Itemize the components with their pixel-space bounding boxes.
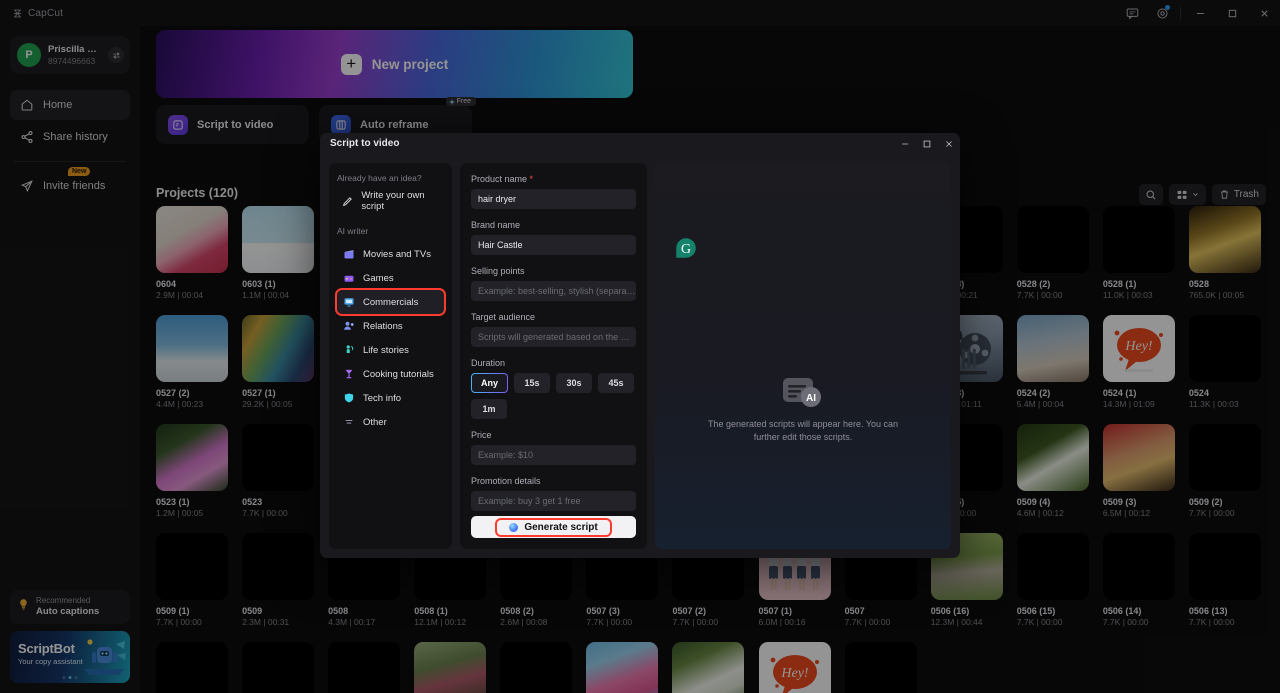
dialog-close-button[interactable] (938, 133, 960, 154)
preview-placeholder-text: The generated scripts will appear here. … (707, 419, 899, 443)
category-other[interactable]: Other (337, 410, 444, 434)
write-own-script-item[interactable]: Write your own script (337, 189, 444, 213)
product-name-label-text: Product name (471, 174, 528, 184)
grammarly-icon[interactable]: G (673, 235, 699, 261)
promotion-details-label: Promotion details (471, 476, 541, 486)
dialog-minimize-button[interactable] (894, 133, 916, 154)
dialog-window-controls (894, 133, 960, 154)
category-label: Tech info (363, 392, 402, 404)
dialog-titlebar: Script to video (320, 133, 960, 154)
target-audience-input[interactable]: Scripts will generated based on the … (471, 327, 636, 347)
capcut-window: CapCut P Priscilla Pa 8974496663 Home Sh… (0, 0, 1280, 693)
generate-script-button[interactable]: Generate script (495, 517, 612, 537)
clapper-icon (342, 248, 355, 261)
category-label: Other (363, 416, 387, 428)
selling-points-label: Selling points (471, 266, 525, 276)
ai-sparkle-icon (509, 522, 519, 532)
category-tech-info[interactable]: Tech info (337, 386, 444, 410)
tech-icon (342, 392, 355, 405)
preview-placeholder: AI The generated scripts will appear her… (655, 376, 951, 444)
category-relations[interactable]: Relations (337, 314, 444, 338)
other-icon (342, 416, 355, 429)
game-icon (342, 272, 355, 285)
brand-name-input[interactable]: Hair Castle (471, 235, 636, 255)
category-label: Relations (363, 320, 403, 332)
duration-options: Any 15s 30s 45s 1m (471, 373, 636, 419)
cooking-icon (342, 368, 355, 381)
product-name-input[interactable]: hair dryer (471, 189, 636, 209)
category-life-stories[interactable]: Life stories (337, 338, 444, 362)
target-audience-label: Target audience (471, 312, 536, 322)
category-cooking-tutorials[interactable]: Cooking tutorials (337, 362, 444, 386)
dialog-body: Already have an idea? Write your own scr… (320, 154, 960, 558)
product-name-label: Product name * (471, 174, 636, 184)
pencil-icon (342, 195, 353, 208)
life-icon (342, 344, 355, 357)
dialog-preview-panel: G AI The generated scripts will appear h… (655, 163, 951, 549)
category-label: Life stories (363, 344, 409, 356)
promotion-details-input[interactable]: Example: buy 3 get 1 free (471, 491, 636, 511)
duration-label: Duration (471, 358, 506, 368)
price-input[interactable]: Example: $10 (471, 445, 636, 465)
duration-option-1m[interactable]: 1m (471, 399, 507, 419)
category-label: Movies and TVs (363, 248, 431, 260)
idea-section-label: Already have an idea? (337, 173, 422, 183)
brand-name-label: Brand name (471, 220, 521, 230)
required-marker: * (527, 174, 534, 184)
svg-text:G: G (681, 241, 691, 256)
category-movies-and-tvs[interactable]: Movies and TVs (337, 242, 444, 266)
price-label: Price (471, 430, 492, 440)
duration-option-45s[interactable]: 45s (598, 373, 635, 393)
monitor-icon (342, 296, 355, 309)
duration-option-30s[interactable]: 30s (556, 373, 593, 393)
dialog-maximize-button[interactable] (916, 133, 938, 154)
category-label: Cooking tutorials (363, 368, 434, 380)
category-games[interactable]: Games (337, 266, 444, 290)
generate-script-bar: Generate script (471, 516, 636, 538)
category-commercials[interactable]: Commercials (335, 288, 446, 316)
dialog-form-panel: Product name * hair dryer Brand name Hai… (460, 163, 647, 549)
script-to-video-dialog: Script to video Already have an idea? Wr… (320, 133, 960, 558)
duration-option-any[interactable]: Any (471, 373, 508, 393)
people-icon (342, 320, 355, 333)
ai-writer-section-label: AI writer (337, 226, 369, 236)
category-label: Commercials (363, 296, 419, 308)
dialog-title: Script to video (330, 138, 400, 149)
duration-option-15s[interactable]: 15s (514, 373, 551, 393)
ai-doc-icon: AI (655, 376, 951, 410)
selling-points-input[interactable]: Example: best-selling, stylish (separa… (471, 281, 636, 301)
write-own-script-label: Write your own script (361, 190, 425, 212)
category-label: Games (363, 272, 394, 284)
svg-text:AI: AI (806, 393, 816, 404)
dialog-category-panel: Already have an idea? Write your own scr… (329, 163, 452, 549)
generate-script-label: Generate script (524, 521, 598, 533)
